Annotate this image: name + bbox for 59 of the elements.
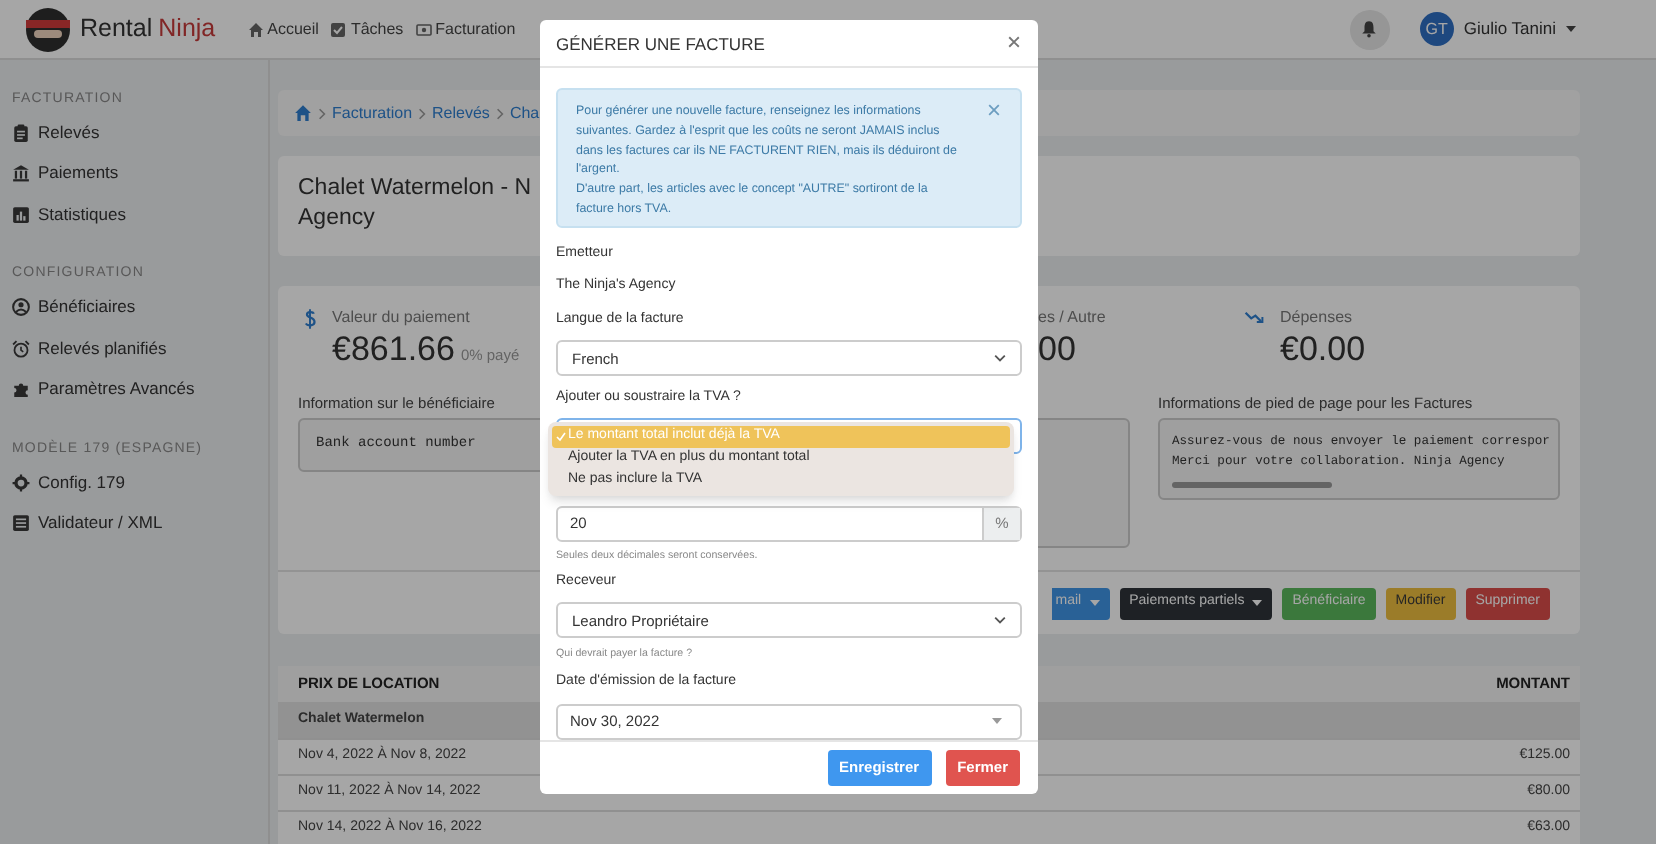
chevron-icon xyxy=(418,107,427,119)
stat-value: €0.00 xyxy=(1280,330,1366,370)
stat-value: €861.66 xyxy=(332,330,455,370)
list-icon xyxy=(12,514,30,533)
bell-icon xyxy=(1360,20,1379,38)
notifications-button[interactable] xyxy=(1349,9,1390,49)
chevron-icon xyxy=(495,107,504,119)
puzzle-icon xyxy=(12,380,30,399)
sidebar-item[interactable]: Config. 179 xyxy=(12,462,125,503)
bank-icon xyxy=(12,164,30,183)
user-menu[interactable]: GT Giulio Tanini xyxy=(1419,12,1576,46)
check-icon xyxy=(555,431,565,442)
logo-icon xyxy=(24,5,72,53)
chevron-icon xyxy=(318,107,326,119)
sidebar-item[interactable]: Statistiques xyxy=(12,194,126,235)
bar-chart-icon xyxy=(12,205,30,224)
stat-value: 00 xyxy=(1038,330,1076,370)
close-icon xyxy=(987,104,999,117)
sidebar-item[interactable]: Paramètres Avancés xyxy=(12,369,195,410)
user-avatar: GT xyxy=(1419,12,1454,46)
stat-label: Dépenses xyxy=(1280,306,1353,330)
clipboard-icon xyxy=(12,123,30,142)
nav-link[interactable]: Tâches xyxy=(330,17,404,41)
nav-link[interactable]: Accueil xyxy=(247,17,319,41)
caret-icon xyxy=(1566,26,1576,32)
nav-link[interactable]: Facturation xyxy=(415,17,516,41)
close-button[interactable] xyxy=(1006,34,1022,51)
chevron-down-icon xyxy=(994,616,1006,625)
dollar-icon xyxy=(304,308,316,330)
page-title: Chalet Watermelon - N xyxy=(298,174,532,204)
sidebar-item[interactable]: Paiements xyxy=(12,153,119,194)
home-icon xyxy=(247,21,264,37)
sidebar-item[interactable]: Relevés planifiés xyxy=(12,328,167,369)
people-icon xyxy=(12,298,30,317)
sidebar-item[interactable]: Relevés xyxy=(12,112,100,153)
checkbox-icon xyxy=(330,21,347,37)
brand-name-accent: Ninja xyxy=(158,12,216,47)
page-title: Agency xyxy=(298,204,375,234)
close-icon xyxy=(1008,36,1020,49)
user-name: Giulio Tanini xyxy=(1463,16,1556,42)
home-icon[interactable] xyxy=(294,104,312,122)
breadcrumb-link[interactable]: Cha xyxy=(509,101,540,125)
sidebar-item[interactable]: Validateur / XML xyxy=(12,503,163,544)
dialog-title: GÉNÉRER UNE FACTURE xyxy=(556,31,765,57)
caret-icon xyxy=(1252,600,1263,606)
brand-name: Rental xyxy=(80,12,153,47)
breadcrumb-link[interactable]: Relevés xyxy=(432,101,490,125)
stat-label: Valeur du paiement xyxy=(332,306,472,330)
caret-icon xyxy=(992,718,1002,725)
alarm-clock-icon xyxy=(12,339,30,358)
trend-down-icon xyxy=(1244,310,1264,324)
sidebar-item[interactable]: Bénéficiaires xyxy=(12,287,136,328)
breadcrumb-link[interactable]: Facturation xyxy=(332,101,413,125)
close-button[interactable] xyxy=(986,103,1000,118)
caret-icon xyxy=(1089,600,1100,606)
chevron-down-icon xyxy=(994,354,1006,363)
banknote-icon xyxy=(415,21,432,37)
scrollbar-thumb[interactable] xyxy=(1172,482,1332,488)
stat-label: es / Autre xyxy=(1038,306,1106,330)
